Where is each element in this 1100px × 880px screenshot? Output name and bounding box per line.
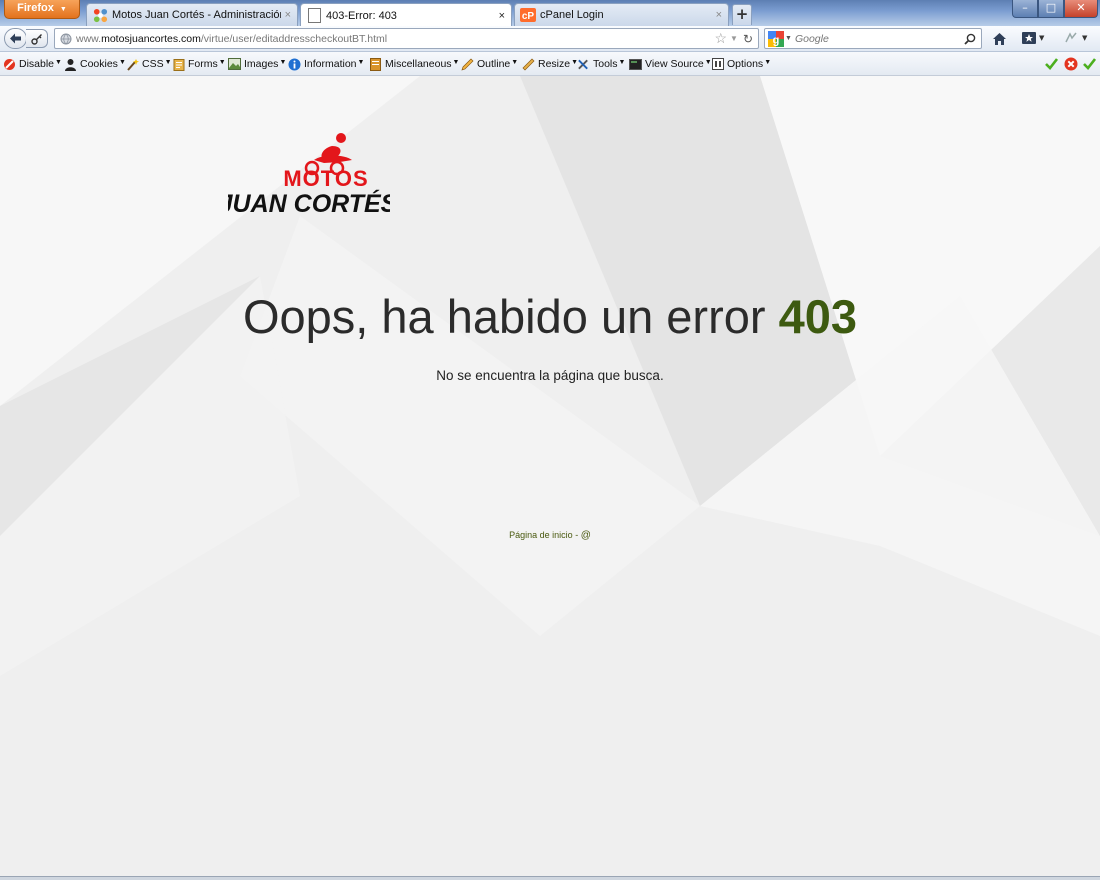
dev-menu-label: Resize [538,58,571,70]
tab-title: Motos Juan Cortés - Administración [112,9,281,21]
window-bottom-border [0,876,1100,880]
dev-menu-label: View Source [645,58,704,70]
error-message: Oops, ha habido un error [242,290,766,343]
dev-menu-forms[interactable]: Forms ▼ [172,57,226,71]
tab-title: cPanel Login [540,9,604,21]
miscellaneous-book-icon [369,57,382,71]
url-bar[interactable]: www. motosjuancortes.com /virtue/user/ed… [54,28,759,49]
tab-error-403[interactable]: 403-Error: 403 × [300,3,512,26]
search-icon[interactable] [964,33,976,45]
forms-clipboard-icon [172,58,185,71]
blank-page-icon [306,8,322,24]
firefox-menu-label: Firefox [17,2,54,14]
navigation-bar: www. motosjuancortes.com /virtue/user/ed… [0,26,1100,52]
browser-tabstrip: Firefox ▼ Motos Juan Cortés - Administra… [0,0,1100,26]
dev-menu-label: Images [244,58,279,70]
firefox-menu-button[interactable]: Firefox ▼ [4,0,80,19]
reload-icon[interactable]: ↻ [743,32,753,46]
dev-menu-label: Forms [188,58,218,70]
tab-title: 403-Error: 403 [326,9,397,22]
web-developer-toolbar: Disable ▼ Cookies ▼ CSS ▼ Forms ▼ Images ▼ In… [0,52,1100,76]
logo-motos-text: MOTOS [283,166,368,191]
cpanel-icon: cP [520,7,536,23]
footer: Página de inicio - @ [0,530,1100,541]
back-arrow-icon [10,33,21,44]
dev-menu-outline[interactable]: Outline ▼ [461,57,518,71]
window-maximize-button[interactable]: □ [1038,0,1064,18]
logo[interactable]: MOTOS JUAN CORTÉS [219,130,398,218]
logo-name-text: JUAN CORTÉS [228,189,390,214]
tab-close-icon[interactable]: × [716,9,722,21]
page-content: MOTOS JUAN CORTÉS Oops, ha habido un err… [0,76,1100,876]
window-minimize-button[interactable]: – [1012,0,1038,18]
dev-menu-tools[interactable]: Tools ▼ [577,57,625,71]
url-prefix: www. [76,32,102,45]
error-heading: Oops, ha habido un error 403 [0,289,1100,345]
dev-menu-label: Disable [19,58,55,70]
footer-separator: - [575,530,579,540]
joomla-icon [92,7,108,23]
search-input[interactable] [794,32,945,45]
tab-cpanel-login[interactable]: cP cPanel Login × [514,3,729,26]
svg-text:g: g [773,34,780,46]
window-close-button[interactable]: ✕ [1064,0,1098,18]
view-source-screen-icon [629,58,642,71]
identity-button[interactable] [26,29,48,48]
dev-menu-label: Information [304,58,357,70]
dev-menu-label: Tools [593,58,618,70]
options-panel-icon [711,58,724,71]
resize-ruler-icon [522,58,535,71]
css-wand-icon [126,58,139,71]
footer-at-link[interactable]: @ [581,530,591,541]
error-subtitle: No se encuentra la página que busca. [436,368,664,383]
back-button[interactable] [4,28,27,49]
bookmarks-menu-icon[interactable]: ▼ [1021,31,1044,45]
disable-icon [3,58,16,71]
background-pattern [0,76,1100,876]
search-bar[interactable]: g ▼ [764,28,982,49]
tab-administracion[interactable]: Motos Juan Cortés - Administración × [86,3,298,26]
svg-text:cP: cP [522,11,535,22]
dev-menu-resize[interactable]: Resize ▼ [522,57,578,71]
error-code: 403 [778,290,858,343]
dev-menu-images[interactable]: Images ▼ [228,57,286,71]
dev-menu-label: Miscellaneous [385,58,452,70]
moto-rider-logo-icon: MOTOS JUAN CORTÉS [219,133,398,218]
check-icon[interactable] [1083,57,1097,73]
dev-menu-label: Outline [477,58,511,70]
url-host: motosjuancortes.com [101,32,201,45]
check-icon[interactable] [1045,57,1059,73]
dev-menu-css[interactable]: CSS ▼ [126,57,172,71]
cookies-user-icon [64,58,77,71]
dev-menu-disable[interactable]: Disable ▼ [3,57,62,71]
url-path: /virtue/user/editaddresscheckoutBT.html [200,32,388,45]
dev-menu-options[interactable]: Options ▼ [711,57,771,71]
dev-menu-label: CSS [142,58,164,70]
images-picture-icon [228,58,241,71]
globe-icon [60,33,72,45]
dev-menu-cookies[interactable]: Cookies ▼ [64,57,126,71]
dev-menu-label: Options [727,58,764,70]
dev-menu-label: Cookies [80,58,118,70]
tab-close-icon[interactable]: × [285,9,291,21]
information-icon [288,58,301,71]
home-icon[interactable] [992,31,1007,50]
dropdown-arrow-icon[interactable]: ▼ [730,34,738,43]
dropdown-arrow-icon: ▼ [59,6,67,13]
tab-close-icon[interactable]: × [499,10,505,22]
error-icon[interactable] [1064,57,1078,74]
dev-menu-view-source[interactable]: View Source ▼ [629,57,712,71]
addon-puzzle-icon[interactable]: ▼ [1064,32,1087,44]
bookmark-star-icon[interactable]: ☆ [714,30,727,47]
key-icon [30,33,42,45]
home-page-link[interactable]: Página de inicio [509,530,573,540]
tools-wrench-icon [577,58,590,71]
outline-pencil-icon [461,58,474,71]
dev-menu-information[interactable]: Information ▼ [288,57,364,71]
google-icon[interactable]: g ▼ [768,30,792,47]
dev-menu-miscellaneous[interactable]: Miscellaneous ▼ [369,57,459,71]
new-tab-button[interactable]: + [732,4,752,25]
